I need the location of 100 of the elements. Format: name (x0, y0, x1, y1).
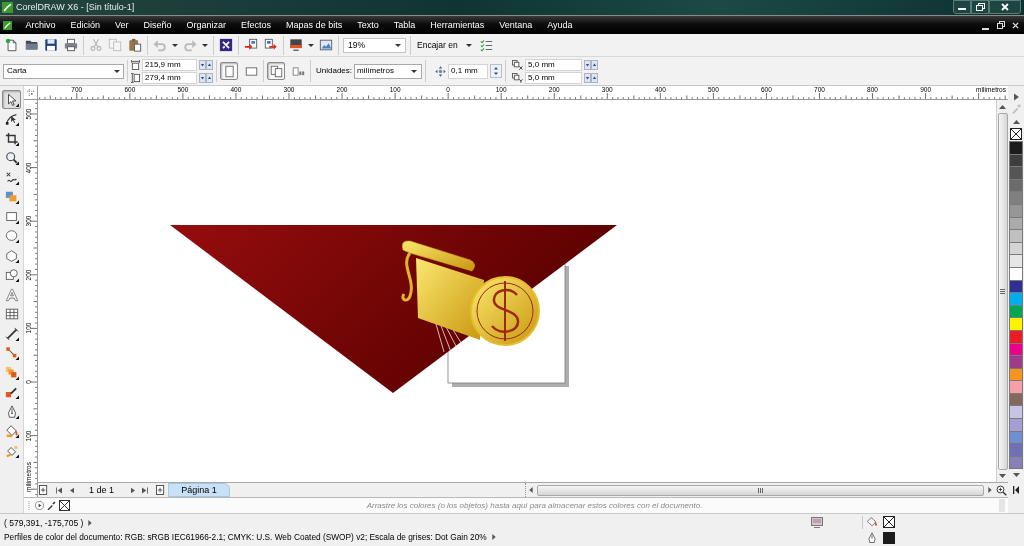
zoom-level-dropdown[interactable]: 19% (343, 37, 406, 53)
blend-squares-icon (4, 365, 19, 380)
scroll-right-icon[interactable] (988, 487, 992, 493)
square-emblem-icon (219, 38, 233, 52)
play-circle-icon[interactable] (35, 501, 44, 510)
scroll-thumb[interactable] (537, 484, 984, 496)
nudge-arrows-icon (435, 65, 447, 77)
minimize-icon (958, 8, 966, 10)
spin-control[interactable] (584, 59, 599, 70)
units-dropdown[interactable]: milímetros (354, 63, 423, 79)
portrait-page-icon (222, 64, 236, 78)
color-swatch[interactable] (1009, 317, 1023, 330)
shape-node-icon (4, 112, 19, 126)
units-label: Unidades: (316, 67, 353, 75)
spin-control[interactable] (584, 72, 599, 83)
interactive-fill-icon (4, 443, 19, 458)
color-swatch[interactable] (1009, 443, 1023, 456)
color-swatch[interactable] (1009, 191, 1023, 204)
cursor-coordinates: ( 579,391, -175,705 ) (4, 519, 84, 528)
paper-size-dropdown[interactable]: Carta (3, 63, 124, 79)
scroll-down-icon[interactable] (999, 474, 1006, 478)
color-swatch[interactable] (1009, 418, 1023, 431)
color-swatch[interactable] (1009, 141, 1023, 154)
landscape-page-icon (244, 64, 258, 78)
add-page-icon[interactable] (156, 485, 166, 495)
color-swatch[interactable] (1009, 380, 1023, 393)
eyedropper-icon[interactable] (47, 501, 56, 510)
menu-item[interactable]: Ayuda (539, 20, 581, 30)
no-color-swatch-icon[interactable] (1010, 128, 1022, 140)
nudge-distance-field[interactable]: 0,1 mm (448, 63, 489, 79)
page-tab[interactable]: Página 1 (168, 483, 231, 497)
document-close-button[interactable] (1011, 20, 1020, 30)
spin-control[interactable] (199, 59, 213, 70)
color-proof-icon[interactable] (811, 517, 823, 528)
menu-item[interactable]: Archivo (18, 20, 63, 30)
crop-icon (4, 131, 19, 146)
duplicate-y-field[interactable]: 5,0 mm (525, 71, 583, 84)
offset-y-icon (512, 72, 524, 83)
undo-arrow-icon (152, 38, 167, 52)
eyedropper-icon (1011, 104, 1021, 114)
menu-item[interactable]: Ver (107, 20, 137, 30)
pick-tool[interactable] (2, 90, 21, 109)
menu-item[interactable]: Herramientas (422, 20, 492, 30)
first-page-icon[interactable] (56, 486, 62, 494)
dropdown-caret-icon (395, 43, 401, 47)
window-title: CorelDRAW X6 - [Sin título-1] (16, 3, 135, 12)
add-page-icon[interactable] (39, 485, 48, 495)
minimize-icon (982, 27, 989, 30)
page-height-field[interactable]: 279,4 mm (142, 71, 197, 84)
portrait-button[interactable] (220, 62, 238, 80)
close-icon (1012, 21, 1019, 29)
stacked-pages-icon (269, 64, 283, 78)
menu-item[interactable]: Ventana (491, 20, 540, 30)
palette-scroll-up-icon[interactable] (1012, 120, 1020, 124)
next-page-icon[interactable] (131, 486, 136, 494)
color-swatch[interactable] (1009, 405, 1023, 419)
menu-item[interactable]: Diseño (136, 20, 180, 30)
no-color-swatch-icon[interactable] (59, 500, 70, 511)
dropdown-caret-icon (465, 43, 472, 47)
expand-arrow-icon[interactable] (491, 533, 496, 540)
paint-bucket-icon (4, 424, 19, 438)
color-swatch[interactable] (1009, 292, 1023, 305)
menu-item[interactable]: Texto (349, 20, 387, 30)
restore-button[interactable] (971, 0, 989, 14)
palette-scroll-down-icon[interactable] (1012, 473, 1020, 478)
spin-control[interactable] (490, 64, 503, 78)
menu-item[interactable]: Mapas de bits (278, 20, 350, 30)
menu-item[interactable]: Efectos (233, 20, 279, 30)
color-swatch[interactable] (1009, 229, 1023, 242)
page-width-icon (131, 59, 140, 70)
menu-item[interactable]: Edición (63, 20, 108, 30)
menu-item[interactable]: Tabla (386, 20, 423, 30)
restore-icon (975, 3, 985, 11)
minimize-button[interactable] (953, 0, 971, 14)
scroll-up-icon[interactable] (999, 105, 1006, 109)
page-width-field[interactable]: 215,9 mm (142, 58, 197, 71)
color-swatch[interactable] (1009, 355, 1023, 368)
close-icon (1001, 3, 1009, 11)
ellipse-icon (4, 229, 19, 243)
dropdown-caret-icon (114, 69, 120, 73)
redo-arrow-icon (183, 38, 197, 52)
last-page-icon[interactable] (142, 486, 149, 494)
palette-collapse-icon[interactable] (1013, 486, 1019, 495)
spin-control[interactable] (199, 72, 213, 83)
zoom-in-icon[interactable] (996, 484, 1007, 496)
color-swatch[interactable] (1009, 166, 1023, 179)
palette-flyout-icon[interactable] (1013, 93, 1019, 101)
scroll-left-icon[interactable] (529, 487, 533, 493)
pen-nib-icon (866, 532, 878, 544)
snap-to-dropdown[interactable]: Encajar en (415, 36, 474, 54)
duplicate-x-field[interactable]: 5,0 mm (525, 58, 583, 71)
page-height-icon (131, 72, 140, 83)
close-button[interactable] (989, 0, 1021, 14)
all-pages-button[interactable] (267, 62, 285, 80)
ruler-origin-icon[interactable] (27, 89, 34, 96)
menu-item[interactable]: Organizar (179, 20, 234, 30)
expand-arrow-icon[interactable] (88, 520, 93, 527)
color-swatch[interactable] (1009, 254, 1023, 267)
previous-page-icon[interactable] (70, 486, 74, 494)
document-restore-button[interactable] (996, 20, 1005, 30)
